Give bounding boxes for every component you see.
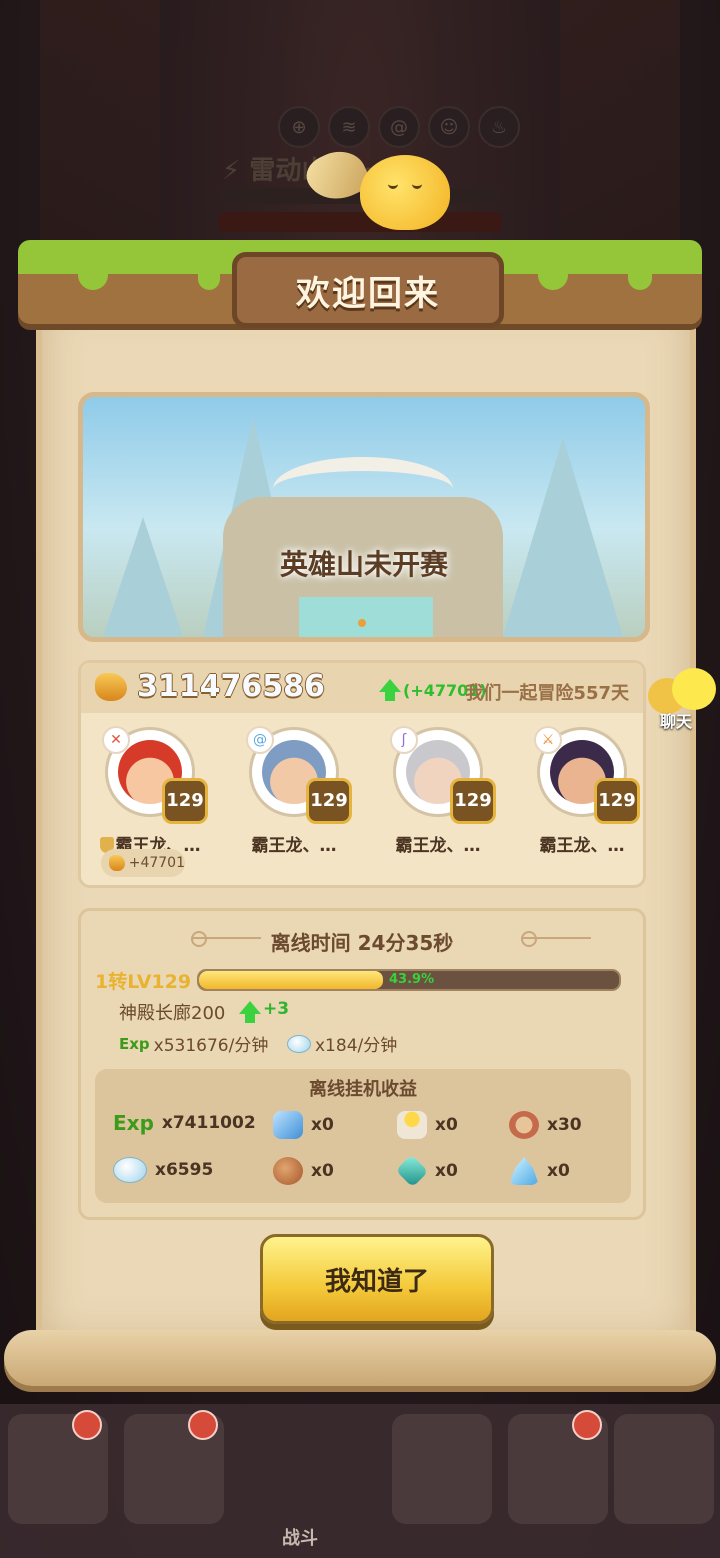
adventure-days: 我们一起冒险557天 bbox=[465, 683, 629, 704]
gate-door bbox=[299, 597, 433, 637]
grass-drip bbox=[538, 274, 568, 290]
hero-slot[interactable]: @ 129 霸王龙、… bbox=[229, 726, 359, 856]
reward-item[interactable]: x0 bbox=[395, 1154, 458, 1188]
xp-percent: 43.9% bbox=[389, 972, 435, 987]
chat-label: 聊天 bbox=[660, 712, 693, 731]
confirm-button[interactable]: 我知道了 bbox=[260, 1234, 494, 1324]
teal-gem-icon bbox=[395, 1154, 429, 1188]
muscle-icon bbox=[95, 673, 127, 701]
hero-level: 129 bbox=[594, 778, 640, 824]
exp-icon: Exp bbox=[113, 1111, 154, 1135]
scroll-bottom-roller bbox=[4, 1330, 716, 1386]
dialog-title: 欢迎回来 bbox=[296, 273, 440, 314]
nav-item-hero[interactable] bbox=[124, 1410, 224, 1524]
meat-icon bbox=[273, 1157, 303, 1185]
stage-up-arrow-icon bbox=[239, 1001, 261, 1023]
stage-plus: +3 bbox=[263, 999, 290, 1019]
power-bonus: +47701 bbox=[128, 855, 185, 871]
reward-item[interactable]: x0 bbox=[273, 1157, 334, 1185]
hero-level: 129 bbox=[162, 778, 208, 824]
crystal-icon bbox=[287, 1034, 311, 1053]
banner-page-indicator bbox=[358, 619, 366, 627]
xp-progress-bar: 43.9% bbox=[197, 969, 621, 991]
power-bonus-pill: +47701 bbox=[101, 849, 185, 877]
chat-face-icon bbox=[672, 668, 716, 710]
element-badge-icon: ʃ bbox=[390, 726, 418, 754]
hero-avatar: @ 129 bbox=[246, 726, 352, 824]
hero-slot[interactable]: ⚔ 129 霸王龙、… bbox=[517, 726, 647, 856]
xp-progress-fill bbox=[199, 971, 384, 989]
offline-rewards: 离线挂机收益 Exp x7411002 x0 x0 x30 x6595 x0 x… bbox=[95, 1069, 631, 1203]
chat-button[interactable]: 聊天 bbox=[648, 668, 716, 731]
hero-avatar: ⚔ 129 bbox=[534, 726, 640, 824]
offline-time: 离线时间 24分35秒 bbox=[270, 931, 454, 955]
exp-rate: Exp x531676/分钟 bbox=[119, 1034, 269, 1057]
hero-slot[interactable]: ✕ 129 霸王龙、… bbox=[85, 726, 215, 856]
bird-mascot bbox=[360, 155, 450, 230]
reward-item[interactable]: x6595 bbox=[113, 1157, 213, 1183]
candle-icon bbox=[397, 1111, 427, 1139]
notification-dot bbox=[72, 1410, 102, 1440]
reward-item[interactable]: x0 bbox=[273, 1111, 334, 1139]
medal-icon bbox=[509, 1111, 539, 1139]
ice-shard-icon bbox=[509, 1157, 539, 1185]
team-power-value: 311476586 bbox=[137, 669, 325, 704]
player-level: 1转LV129 bbox=[95, 971, 192, 993]
nav-item-guild[interactable] bbox=[614, 1414, 714, 1524]
power-header: 311476586 (+47701) 我们一起冒险557天 bbox=[81, 663, 643, 713]
stage-name: 神殿长廊200 bbox=[119, 1003, 226, 1024]
banner-text: 英雄山未开赛 bbox=[279, 548, 448, 581]
element-badge-icon: ⚔ bbox=[534, 726, 562, 754]
notification-dot bbox=[188, 1410, 218, 1440]
nav-item-battle[interactable]: 战斗 bbox=[250, 1414, 350, 1549]
mountain bbox=[503, 437, 623, 637]
hero-level: 129 bbox=[306, 778, 352, 824]
notification-dot bbox=[572, 1410, 602, 1440]
nav-item-bear[interactable] bbox=[8, 1410, 108, 1524]
horns-ornament bbox=[273, 457, 453, 521]
event-banner[interactable]: 英雄山未开赛 bbox=[78, 392, 650, 642]
grass-drip bbox=[198, 274, 220, 290]
hero-slot[interactable]: ʃ 129 霸王龙、… bbox=[373, 726, 503, 856]
bird-eye bbox=[412, 181, 422, 189]
nav-item-elder[interactable] bbox=[392, 1414, 492, 1524]
offline-panel: 离线时间 24分35秒 1转LV129 43.9% 神殿长廊200 +3 Exp… bbox=[78, 908, 646, 1220]
hero-avatar: ✕ 129 bbox=[102, 726, 208, 824]
crystal-icon bbox=[113, 1157, 147, 1183]
bottom-nav: 战斗 bbox=[0, 1404, 720, 1558]
hero-level: 129 bbox=[450, 778, 496, 824]
crystal-rate: x184/分钟 bbox=[287, 1031, 397, 1056]
power-up-arrow-icon bbox=[379, 679, 401, 701]
hero-name: 霸王龙、… bbox=[395, 836, 481, 856]
hero-name: 霸王龙、… bbox=[539, 836, 625, 856]
team-power-panel: 311476586 (+47701) 我们一起冒险557天 ✕ 129 霸王龙、… bbox=[78, 660, 646, 888]
rewards-title: 离线挂机收益 bbox=[309, 1079, 417, 1100]
grass-drip bbox=[628, 274, 652, 290]
reward-item[interactable]: x0 bbox=[509, 1157, 570, 1185]
reward-item[interactable]: x30 bbox=[509, 1111, 582, 1139]
element-badge-icon: @ bbox=[246, 726, 274, 754]
hero-avatar: ʃ 129 bbox=[390, 726, 496, 824]
bird-eye bbox=[388, 181, 398, 189]
reward-item[interactable]: Exp x7411002 bbox=[113, 1111, 256, 1135]
confirm-button-label: 我知道了 bbox=[324, 1266, 429, 1297]
nav-item-pet[interactable] bbox=[508, 1410, 608, 1524]
exp-icon: Exp bbox=[119, 1034, 150, 1053]
blue-cube-icon bbox=[273, 1111, 303, 1139]
grass-drip bbox=[78, 274, 108, 290]
element-badge-icon: ✕ bbox=[102, 726, 130, 754]
muscle-icon bbox=[109, 855, 125, 871]
hero-name: 霸王龙、… bbox=[251, 836, 337, 856]
title-plaque: 欢迎回来 bbox=[232, 252, 504, 328]
reward-item[interactable]: x0 bbox=[397, 1111, 458, 1139]
nav-label-battle: 战斗 bbox=[282, 1528, 318, 1549]
